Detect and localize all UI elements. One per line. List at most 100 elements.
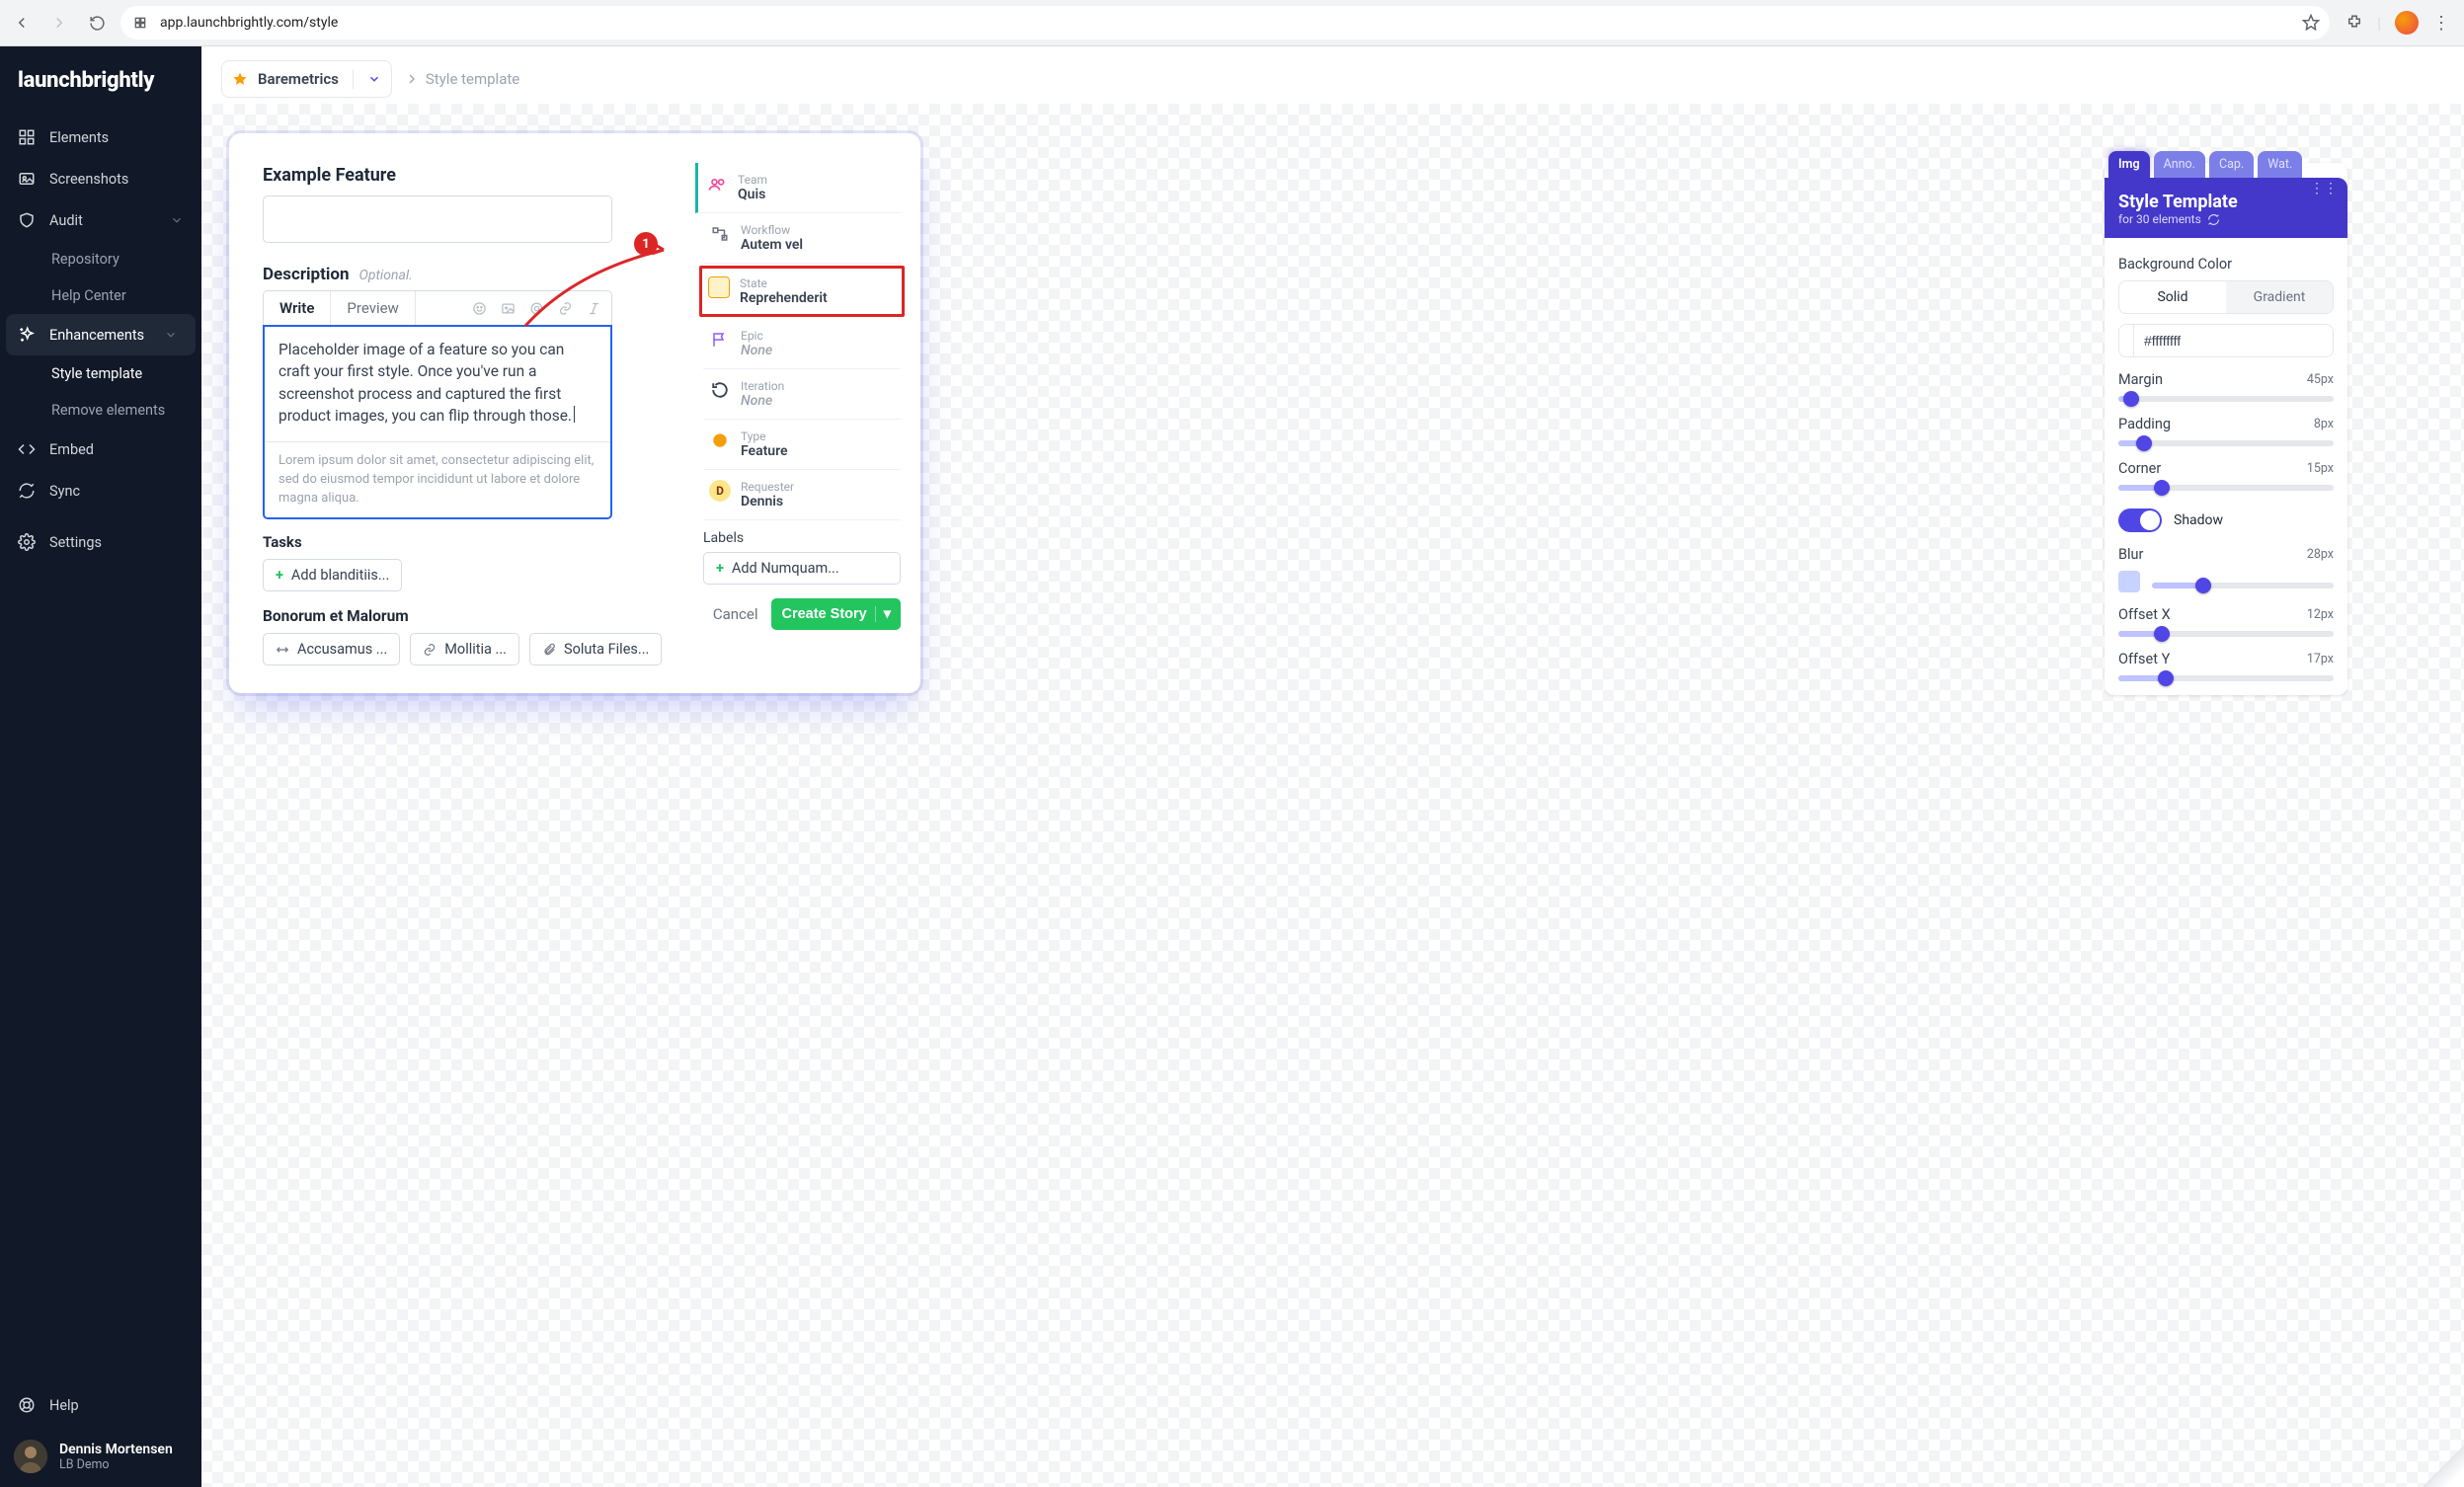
panel-header: Style Template for 30 elements ⋮⋮ — [2105, 178, 2347, 238]
refresh-icon[interactable] — [2207, 213, 2220, 226]
main-content: Baremetrics Style template Example Featu… — [201, 46, 2464, 1487]
mention-icon[interactable] — [529, 301, 544, 316]
sidebar-item-sync[interactable]: Sync — [0, 470, 201, 511]
code-icon — [18, 440, 36, 458]
meta-label: Type — [741, 430, 788, 443]
color-swatch[interactable] — [2119, 325, 2134, 356]
offsetx-label: Offset X — [2118, 606, 2171, 623]
extensions-icon[interactable] — [2345, 14, 2363, 32]
feature-title-input[interactable] — [263, 196, 612, 243]
emoji-icon[interactable] — [472, 301, 487, 316]
panel-tab-cap[interactable]: Cap. — [2209, 151, 2254, 178]
cancel-button[interactable]: Cancel — [713, 605, 758, 623]
logo-part-a: launch — [18, 68, 81, 93]
italic-icon[interactable] — [587, 301, 601, 316]
offsetx-slider[interactable] — [2118, 631, 2334, 637]
padding-slider[interactable] — [2118, 440, 2334, 446]
meta-team[interactable]: TeamQuis — [695, 163, 901, 213]
hex-input[interactable] — [2134, 325, 2333, 356]
meta-label: State — [740, 276, 828, 290]
meta-epic[interactable]: EpicNone — [703, 319, 901, 369]
shadow-color-swatch[interactable] — [2118, 571, 2140, 592]
browser-reload-button[interactable] — [83, 9, 111, 37]
meta-label: Iteration — [741, 379, 784, 393]
breadcrumb-page: Style template — [426, 70, 519, 88]
create-story-button[interactable]: Create Story ▾ — [771, 598, 901, 630]
offsety-slider[interactable] — [2118, 675, 2334, 681]
site-settings-icon[interactable] — [130, 13, 150, 33]
add-task-label: Add blanditiis... — [291, 567, 389, 584]
chevron-down-icon[interactable] — [367, 72, 381, 86]
plus-icon: + — [716, 560, 724, 577]
meta-value: Feature — [741, 443, 788, 459]
panel-tab-wat[interactable]: Wat. — [2258, 151, 2302, 178]
panel-tab-anno[interactable]: Anno. — [2154, 151, 2205, 178]
tab-write[interactable]: Write — [264, 291, 331, 325]
meta-type[interactable]: TypeFeature — [703, 420, 901, 470]
meta-value: Quis — [738, 187, 767, 202]
editor-tabs: Write Preview — [263, 290, 612, 325]
tab-preview[interactable]: Preview — [331, 291, 415, 325]
bg-color-label: Background Color — [2118, 256, 2334, 273]
drag-handle-icon[interactable]: ⋮⋮ — [2310, 181, 2338, 196]
panel-title: Style Template — [2118, 192, 2334, 212]
attach-url-button[interactable]: Mollitia ... — [410, 633, 519, 665]
attach-files-button[interactable]: Soluta Files... — [529, 633, 662, 665]
image-icon[interactable] — [501, 301, 516, 316]
browser-forward-button[interactable] — [45, 9, 73, 37]
add-label-button[interactable]: + Add Numquam... — [703, 552, 901, 585]
panel-subtitle: for 30 elements — [2118, 212, 2201, 226]
padding-label: Padding — [2118, 416, 2171, 432]
attach-label: Mollitia ... — [444, 641, 507, 658]
meta-requester[interactable]: D RequesterDennis — [703, 470, 901, 520]
link-icon[interactable] — [558, 301, 573, 316]
sidebar-item-label: Settings — [49, 534, 102, 551]
padding-value: 8px — [2314, 417, 2334, 431]
seg-solid[interactable]: Solid — [2119, 281, 2226, 313]
sidebar-subitem-style-template[interactable]: Style template — [0, 355, 201, 392]
flag-icon — [709, 329, 731, 351]
panel-tab-img[interactable]: Img — [2108, 151, 2150, 178]
description-label: Description — [263, 265, 349, 284]
meta-workflow[interactable]: WorkflowAutem vel — [703, 213, 901, 264]
margin-slider[interactable] — [2118, 396, 2334, 402]
meta-value: Autem vel — [741, 237, 803, 253]
sidebar-item-help[interactable]: Help — [0, 1384, 201, 1426]
sidebar-item-audit[interactable]: Audit — [0, 199, 201, 241]
bookmark-star-icon[interactable] — [2302, 14, 2320, 32]
sidebar-item-screenshots[interactable]: Screenshots — [0, 158, 201, 199]
sidebar-subitem-remove-elements[interactable]: Remove elements — [0, 392, 201, 429]
add-task-button[interactable]: + Add blanditiis... — [263, 559, 402, 591]
sidebar-subitem-help-center[interactable]: Help Center — [0, 277, 201, 314]
browser-back-button[interactable] — [8, 9, 36, 37]
blur-slider[interactable] — [2152, 583, 2334, 588]
sidebar-user[interactable]: Dennis Mortensen LB Demo — [0, 1426, 201, 1487]
seg-gradient[interactable]: Gradient — [2226, 281, 2333, 313]
user-name: Dennis Mortensen — [59, 1442, 173, 1457]
browser-menu-icon[interactable]: ⋮ — [2432, 13, 2450, 34]
meta-label: Team — [738, 173, 767, 187]
project-selector[interactable]: Baremetrics — [221, 60, 392, 98]
sidebar-subitem-repository[interactable]: Repository — [0, 241, 201, 277]
meta-state-highlighted[interactable]: StateReprehenderit — [699, 266, 905, 317]
description-editor[interactable]: Placeholder image of a feature so you ca… — [263, 325, 612, 519]
corner-slider[interactable] — [2118, 485, 2334, 491]
sidebar-item-label: Screenshots — [49, 171, 128, 188]
user-subtitle: LB Demo — [59, 1457, 173, 1472]
sidebar-item-enhancements[interactable]: Enhancements — [6, 314, 196, 355]
meta-iteration[interactable]: IterationNone — [703, 369, 901, 420]
paperclip-icon — [542, 643, 556, 657]
sidebar-item-embed[interactable]: Embed — [0, 429, 201, 470]
browser-profile-avatar[interactable] — [2395, 11, 2419, 35]
attach-label: Accusamus ... — [297, 641, 387, 658]
sidebar-item-elements[interactable]: Elements — [0, 117, 201, 158]
shadow-toggle[interactable] — [2118, 509, 2162, 532]
sidebar-item-label: Help — [49, 1397, 79, 1414]
attach-github-button[interactable]: Accusamus ... — [263, 633, 400, 665]
meta-value: Dennis — [741, 494, 794, 509]
labels-title: Labels — [703, 530, 901, 546]
badge-icon — [709, 430, 731, 451]
sidebar-item-settings[interactable]: Settings — [0, 521, 201, 563]
swap-icon — [276, 643, 289, 657]
browser-url-bar[interactable]: app.launchbrightly.com/style — [120, 6, 2330, 39]
